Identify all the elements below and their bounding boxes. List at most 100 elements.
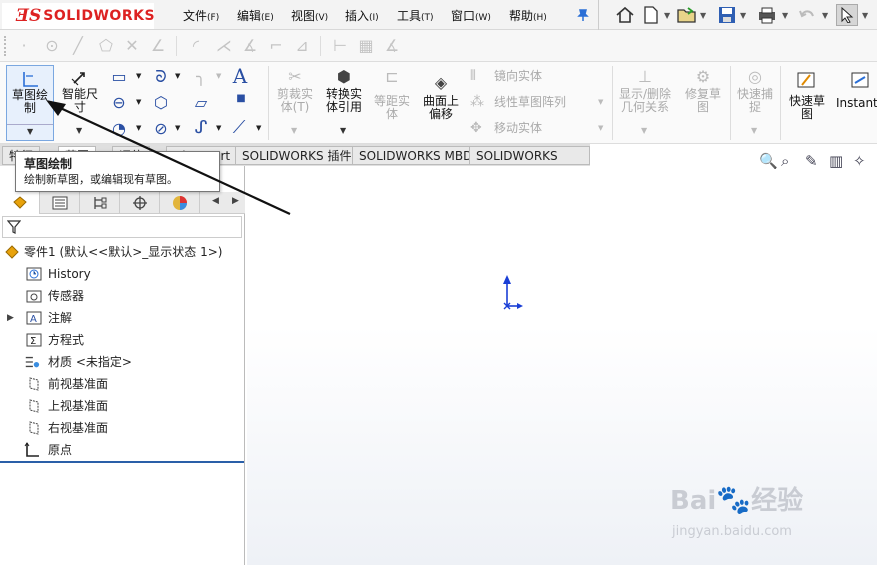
- slot-icon[interactable]: ⊖: [108, 93, 130, 112]
- tree-item-material[interactable]: 材质 <未指定>: [0, 352, 244, 372]
- menu-tools[interactable]: 工具(T): [397, 7, 434, 24]
- trim-entities-button[interactable]: ✂ 剪裁实 体(T) ▼: [272, 65, 318, 141]
- save-dropdown-icon[interactable]: ▼: [740, 11, 746, 20]
- quick-snap-dropdown-icon[interactable]: ▼: [751, 126, 757, 135]
- view-orientation-icon[interactable]: ✧: [853, 152, 866, 170]
- pin-icon[interactable]: [572, 4, 594, 26]
- mirror-entities-button[interactable]: ⫴ 镜向实体: [470, 68, 610, 86]
- property-manager-tab[interactable]: [40, 192, 80, 214]
- relations-dropdown-icon[interactable]: ▼: [641, 126, 647, 135]
- tab-solidworks-cam[interactable]: SOLIDWORKS CAM: [469, 146, 590, 182]
- ellipse-dropdown-icon[interactable]: ▼: [175, 124, 180, 132]
- angle-icon[interactable]: ∡: [382, 36, 402, 56]
- circle-icon[interactable]: ◔: [108, 119, 130, 138]
- chamfer-icon[interactable]: ⊿: [292, 36, 312, 56]
- spline-curve-dropdown-icon[interactable]: ▼: [216, 124, 221, 132]
- extend-icon[interactable]: ⋌: [214, 36, 234, 56]
- plane-sketch-icon[interactable]: ▱: [190, 93, 212, 112]
- zoom-to-fit-icon[interactable]: 🔍: [759, 152, 778, 170]
- angle-line-icon[interactable]: ∠: [148, 36, 168, 56]
- rectangle-dropdown-icon[interactable]: ▼: [136, 72, 141, 80]
- menu-help[interactable]: 帮助(H): [509, 7, 547, 24]
- dimension-icon[interactable]: ⊢: [330, 36, 350, 56]
- centerline-icon[interactable]: ⟋: [228, 117, 250, 138]
- offset-entities-button[interactable]: ⊏ 等距实 体: [370, 65, 414, 141]
- trim-ghost-icon[interactable]: ✕: [122, 36, 142, 56]
- tree-filter-input[interactable]: [2, 216, 242, 238]
- polygon-ribbon-icon[interactable]: ⬡: [150, 93, 172, 112]
- expand-arrow-icon[interactable]: ▶: [7, 308, 14, 328]
- previous-view-icon[interactable]: ✎: [805, 152, 818, 170]
- menu-view[interactable]: 视图(V): [291, 7, 328, 24]
- trim-dropdown-icon[interactable]: ▼: [291, 126, 297, 135]
- text-tool-icon[interactable]: A: [228, 64, 252, 88]
- display-manager-tab[interactable]: [160, 192, 200, 214]
- circle-center-icon[interactable]: ⊙: [42, 36, 62, 56]
- circle-dropdown-icon[interactable]: ▼: [136, 124, 141, 132]
- small-point-icon[interactable]: ■: [230, 93, 252, 104]
- new-document-icon[interactable]: [640, 4, 662, 26]
- tree-item-right-plane[interactable]: 右视基准面: [0, 418, 244, 438]
- tree-item-top-plane[interactable]: 上视基准面: [0, 396, 244, 416]
- quick-snaps-button[interactable]: ◎ 快速捕 捉 ▼: [732, 65, 778, 141]
- configuration-manager-tab[interactable]: [80, 192, 120, 214]
- linear-pattern-button[interactable]: ⁂ 线性草图阵列 ▼: [470, 94, 610, 112]
- grid-icon[interactable]: ▦: [356, 36, 376, 56]
- offset-on-surface-button[interactable]: ◈ 曲面上 偏移: [418, 65, 464, 141]
- menu-window[interactable]: 窗口(W): [451, 7, 491, 24]
- select-dropdown-icon[interactable]: ▼: [862, 11, 868, 20]
- fillet-icon[interactable]: ◜: [186, 36, 206, 56]
- tabs-scroll-right-icon[interactable]: ▶: [232, 196, 239, 206]
- undo-icon[interactable]: [796, 4, 818, 26]
- spline-curve-icon[interactable]: ᔑ: [190, 117, 212, 138]
- ellipse-icon[interactable]: ⊘: [150, 119, 172, 138]
- convert-entities-button[interactable]: ⬢ 转换实 体引用 ▼: [320, 65, 368, 141]
- tabs-scroll-left-icon[interactable]: ◀: [212, 196, 219, 206]
- slot-dropdown-icon[interactable]: ▼: [136, 98, 141, 106]
- tree-item-origin[interactable]: 原点: [0, 440, 244, 460]
- home-icon[interactable]: [614, 4, 636, 26]
- sketch-draw-button[interactable]: 草图绘 制 ▼: [6, 65, 54, 141]
- repair-sketch-button[interactable]: ⚙ 修复草 图: [680, 65, 726, 141]
- fillet-ribbon-icon[interactable]: ╮: [190, 67, 212, 86]
- tree-item-front-plane[interactable]: 前视基准面: [0, 374, 244, 394]
- section-view-icon[interactable]: ▥: [829, 152, 843, 170]
- tab-solidworks-mbd[interactable]: SOLIDWORKS MBD: [352, 146, 480, 165]
- new-dropdown-icon[interactable]: ▼: [664, 11, 670, 20]
- corner-icon[interactable]: ⌐: [266, 36, 286, 56]
- fillet-dropdown-icon[interactable]: ▼: [216, 72, 221, 80]
- feature-manager-tab[interactable]: [0, 192, 40, 214]
- tree-item-history[interactable]: History: [0, 264, 244, 284]
- polygon-icon[interactable]: ⬠: [96, 36, 116, 56]
- move-dropdown-icon[interactable]: ▼: [598, 124, 603, 132]
- menu-edit[interactable]: 编辑(E): [237, 7, 274, 24]
- tree-root-part[interactable]: 零件1 (默认<<默认>_显示状态 1>): [0, 242, 244, 262]
- spline-icon[interactable]: ᘐ: [150, 67, 172, 87]
- smart-dimension-dropdown-icon[interactable]: ▼: [76, 126, 82, 135]
- tree-item-equations[interactable]: Σ 方程式: [0, 330, 244, 350]
- tree-item-annotations[interactable]: ▶ A 注解: [0, 308, 244, 328]
- rapid-sketch-button[interactable]: 快速草 图: [784, 65, 830, 141]
- display-delete-relations-button[interactable]: ⊥ 显示/删除 几何关系 ▼: [614, 65, 676, 141]
- rectangle-icon[interactable]: ▭: [108, 67, 130, 86]
- undo-dropdown-icon[interactable]: ▼: [822, 11, 828, 20]
- menu-file[interactable]: 文件(F): [183, 7, 219, 24]
- convert-dropdown-icon[interactable]: ▼: [340, 126, 346, 135]
- open-dropdown-icon[interactable]: ▼: [700, 11, 706, 20]
- linear-pattern-dropdown-icon[interactable]: ▼: [598, 98, 603, 106]
- instant2d-button[interactable]: Instant2: [834, 65, 877, 141]
- dimxpert-manager-tab[interactable]: [120, 192, 160, 214]
- tab-solidworks-addins[interactable]: SOLIDWORKS 插件: [235, 146, 359, 165]
- sketch-draw-dropdown-icon[interactable]: ▼: [27, 127, 33, 136]
- move-entities-button[interactable]: ✥ 移动实体 ▼: [470, 120, 610, 138]
- centerline-dropdown-icon[interactable]: ▼: [256, 124, 261, 132]
- split-icon[interactable]: ∡: [240, 36, 260, 56]
- smart-dimension-button[interactable]: 智能尺 寸 ▼: [58, 65, 102, 141]
- menu-insert[interactable]: 插入(I): [345, 7, 379, 24]
- point-icon[interactable]: ·: [14, 36, 34, 56]
- print-icon[interactable]: [756, 4, 778, 26]
- tree-item-sensors[interactable]: 传感器: [0, 286, 244, 306]
- spline-dropdown-icon[interactable]: ▼: [175, 72, 180, 80]
- open-folder-icon[interactable]: [676, 4, 698, 26]
- print-dropdown-icon[interactable]: ▼: [782, 11, 788, 20]
